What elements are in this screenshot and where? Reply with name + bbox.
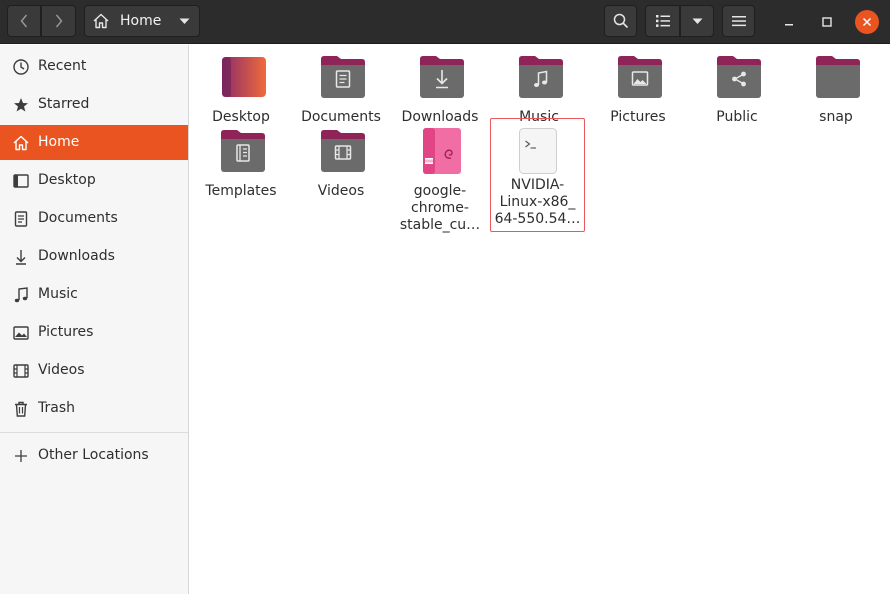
sidebar-item-downloads[interactable]: Downloads	[0, 239, 188, 274]
star-icon	[12, 96, 30, 114]
file-name: Videos	[317, 183, 365, 199]
home-icon	[93, 13, 109, 29]
file-name-line: 64-550.54…	[494, 211, 581, 227]
sidebar-item-trash[interactable]: Trash	[0, 391, 188, 426]
sidebar-item-recent[interactable]: Recent	[0, 49, 188, 84]
sidebar: Recent Starred Home Desktop Documents Do…	[0, 45, 189, 594]
sidebar-item-home[interactable]: Home	[0, 125, 188, 160]
file-name: snap	[819, 109, 853, 125]
file-name: NVIDIA- Linux-x86_ 64-550.54…	[491, 177, 584, 228]
downloads-folder-icon	[420, 56, 464, 98]
file-item-templates[interactable]: Templates	[193, 128, 289, 199]
plus-icon	[12, 447, 30, 465]
sidebar-item-music[interactable]: Music	[0, 277, 188, 312]
chevron-left-icon	[20, 14, 28, 28]
header-bar: Home	[0, 0, 890, 44]
minimize-button[interactable]	[777, 10, 801, 34]
file-name-line: chrome-	[411, 200, 469, 216]
file-item-music[interactable]: Music	[491, 54, 587, 125]
file-name: Public	[716, 109, 758, 125]
location-pathbar[interactable]: Home	[84, 5, 200, 37]
dropdown-arrow-icon	[692, 18, 702, 24]
file-item-google-chrome-deb[interactable]: google- chrome- stable_cu…	[392, 128, 488, 238]
file-item-videos[interactable]: Videos	[293, 128, 389, 199]
clock-icon	[12, 58, 30, 76]
sidebar-item-label: Downloads	[38, 248, 115, 264]
file-name-line: NVIDIA-	[510, 177, 565, 193]
chevron-right-icon	[55, 14, 62, 28]
sidebar-item-label: Pictures	[38, 324, 94, 340]
close-button[interactable]	[855, 10, 879, 34]
documents-folder-icon	[321, 56, 365, 98]
sidebar-item-label: Videos	[38, 362, 85, 378]
file-item-public[interactable]: Public	[689, 54, 785, 125]
sidebar-item-other-locations[interactable]: Other Locations	[0, 438, 188, 473]
script-file-icon	[519, 128, 557, 174]
dropdown-arrow-icon	[179, 18, 190, 24]
sidebar-item-label: Home	[38, 134, 80, 150]
file-name-line: Linux-x86_	[499, 194, 576, 210]
sidebar-separator	[0, 432, 188, 433]
sidebar-item-desktop[interactable]: Desktop	[0, 163, 188, 198]
file-name-line: stable_cu…	[399, 217, 481, 233]
trash-icon	[12, 400, 30, 418]
sidebar-item-label: Other Locations	[38, 447, 149, 463]
hamburger-menu-icon	[731, 16, 746, 27]
sidebar-item-starred[interactable]: Starred	[0, 87, 188, 122]
deb-package-icon	[423, 128, 461, 174]
pictures-folder-icon	[618, 56, 662, 98]
list-view-button[interactable]	[645, 5, 680, 37]
download-icon	[12, 248, 30, 266]
forward-button[interactable]	[41, 5, 76, 37]
music-icon	[12, 286, 30, 304]
file-name: Documents	[301, 109, 381, 125]
music-folder-icon	[519, 56, 563, 98]
file-item-documents[interactable]: Documents	[293, 54, 389, 125]
folder-icon	[816, 56, 860, 98]
file-name: Pictures	[610, 109, 666, 125]
document-icon	[12, 210, 30, 228]
sidebar-item-label: Recent	[38, 58, 87, 74]
video-icon	[12, 362, 30, 380]
sidebar-item-label: Documents	[38, 210, 118, 226]
file-name: Templates	[205, 183, 277, 199]
videos-folder-icon	[321, 130, 365, 172]
close-icon	[862, 17, 872, 27]
sidebar-item-label: Desktop	[38, 172, 96, 188]
home-icon	[12, 134, 30, 152]
sidebar-item-pictures[interactable]: Pictures	[0, 315, 188, 350]
search-button[interactable]	[604, 5, 637, 37]
file-item-desktop[interactable]: Desktop	[193, 54, 289, 125]
file-item-pictures[interactable]: Pictures	[590, 54, 686, 125]
search-icon	[613, 13, 628, 29]
location-label: Home	[120, 13, 162, 29]
file-name: Downloads	[401, 109, 479, 125]
desktop-folder-icon	[222, 57, 266, 97]
desktop-icon	[12, 172, 30, 190]
file-name: Desktop	[212, 109, 270, 125]
templates-folder-icon	[221, 130, 265, 172]
file-item-downloads[interactable]: Downloads	[392, 54, 488, 125]
picture-icon	[12, 324, 30, 342]
list-view-icon	[655, 15, 670, 27]
file-name: google- chrome- stable_cu…	[392, 183, 488, 234]
maximize-button[interactable]	[815, 10, 839, 34]
sidebar-item-label: Starred	[38, 96, 90, 112]
file-item-snap[interactable]: snap	[788, 54, 884, 125]
file-grid: Desktop Documents Downloads Music Pictur…	[190, 45, 890, 594]
file-item-nvidia-installer[interactable]: NVIDIA- Linux-x86_ 64-550.54…	[490, 118, 585, 232]
sidebar-item-label: Music	[38, 286, 78, 302]
maximize-icon	[822, 17, 832, 27]
sidebar-item-label: Trash	[38, 400, 75, 416]
back-button[interactable]	[7, 5, 41, 37]
view-options-button[interactable]	[680, 5, 714, 37]
menu-button[interactable]	[722, 5, 755, 37]
file-name-line: google-	[413, 183, 467, 199]
sidebar-item-videos[interactable]: Videos	[0, 353, 188, 388]
sidebar-item-documents[interactable]: Documents	[0, 201, 188, 236]
minimize-icon	[785, 24, 793, 26]
public-folder-icon	[717, 56, 761, 98]
